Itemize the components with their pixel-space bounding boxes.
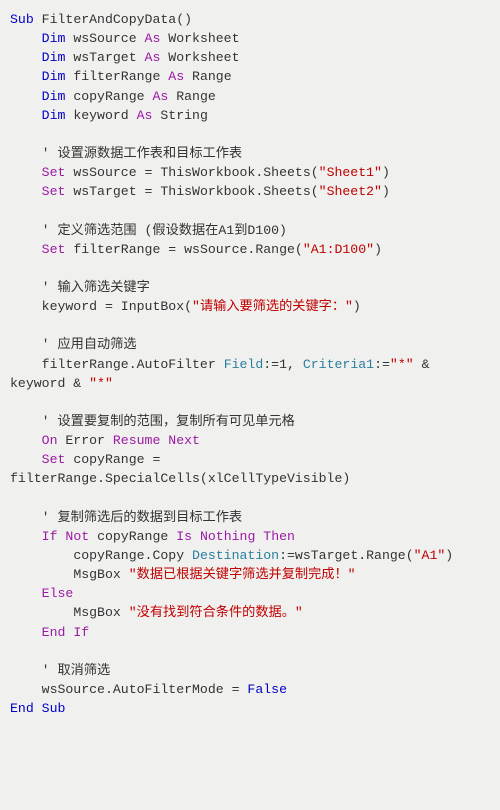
code-block: Sub FilterAndCopyData() Dim wsSource As … bbox=[10, 10, 490, 718]
